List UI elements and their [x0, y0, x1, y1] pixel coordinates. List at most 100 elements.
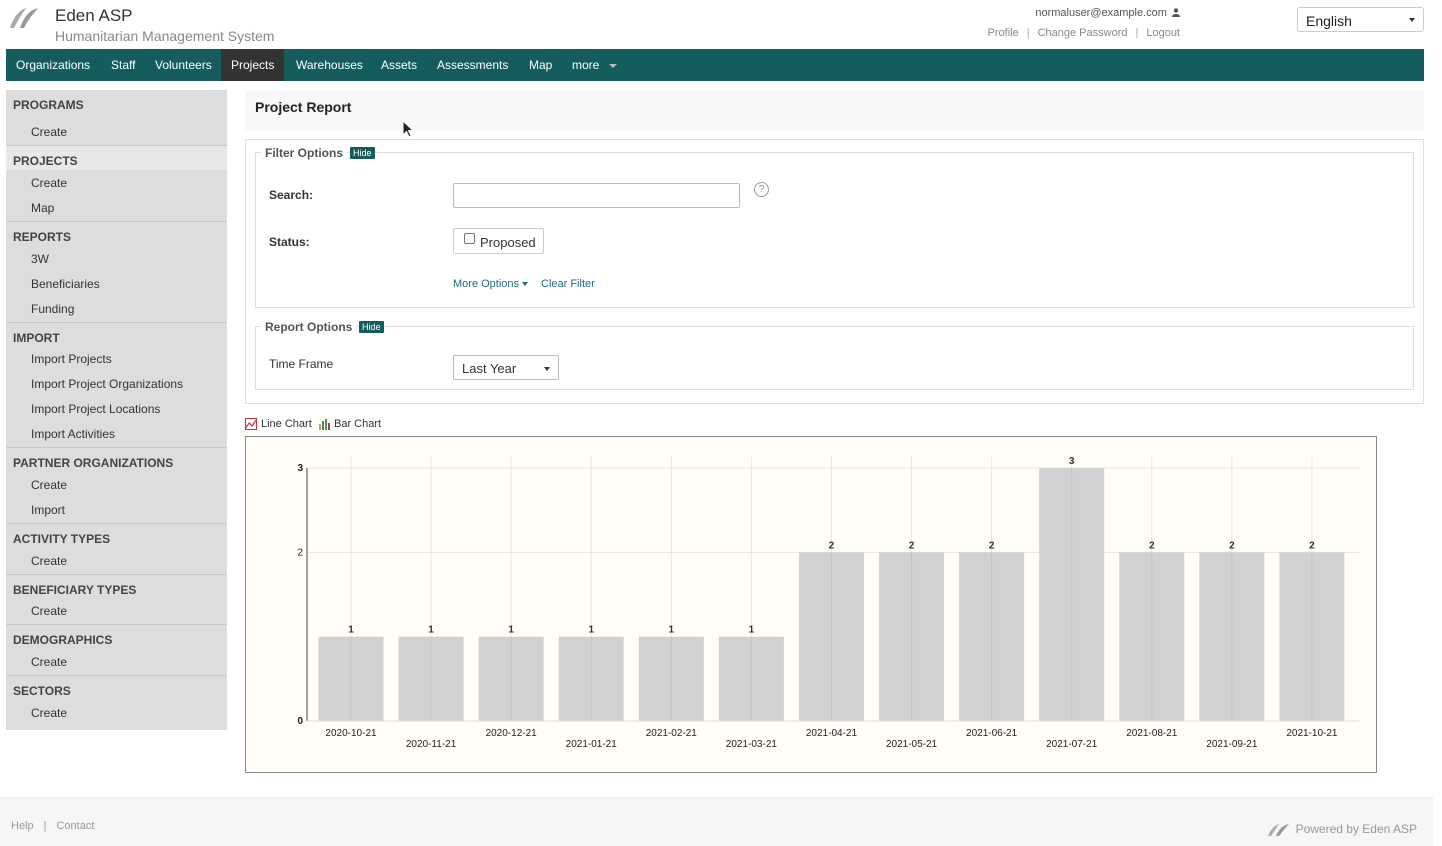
- eden-logo-icon[interactable]: [8, 6, 40, 30]
- help-link[interactable]: Help: [11, 820, 34, 832]
- sidebar: PROGRAMS Create PROJECTS Create Map REPO…: [6, 90, 227, 730]
- line-chart-icon: [245, 418, 257, 431]
- sidebar-item-partner-import[interactable]: Import: [31, 503, 65, 517]
- nav-more[interactable]: more: [562, 49, 627, 81]
- nav-assessments[interactable]: Assessments: [427, 49, 518, 81]
- x-tick-label: 2021-05-21: [886, 739, 938, 750]
- data-label: 3: [1069, 456, 1075, 467]
- sidebar-item-import-projects[interactable]: Import Projects: [31, 352, 112, 366]
- user-links: Profile | Change Password | Logout: [940, 27, 1180, 39]
- chevron-down-icon: [544, 367, 550, 371]
- user-email: normaluser@example.com: [1000, 7, 1180, 19]
- separator: |: [43, 820, 47, 832]
- sidebar-item-beneficiary-types-create[interactable]: Create: [31, 604, 67, 618]
- sidebar-item-reports-beneficiaries[interactable]: Beneficiaries: [31, 277, 100, 291]
- sidebar-item-import-project-locations[interactable]: Import Project Locations: [31, 402, 160, 416]
- x-tick-label: 2021-10-21: [1286, 728, 1338, 739]
- sidebar-item-import-activities[interactable]: Import Activities: [31, 427, 115, 441]
- sidebar-item-reports-3w[interactable]: 3W: [31, 252, 49, 266]
- proposed-checkbox-label: Proposed: [480, 235, 536, 250]
- help-icon[interactable]: ?: [754, 182, 769, 197]
- header: Eden ASP Humanitarian Management System …: [0, 0, 1442, 49]
- sidebar-item-reports-funding[interactable]: Funding: [31, 302, 74, 316]
- more-options-link[interactable]: More Options: [453, 278, 529, 290]
- sidebar-heading-import[interactable]: IMPORT: [6, 322, 227, 347]
- sidebar-item-demographics-create[interactable]: Create: [31, 655, 67, 669]
- x-tick-label: 2021-06-21: [966, 728, 1018, 739]
- tab-bar-chart[interactable]: Bar Chart: [318, 418, 382, 431]
- x-tick-label: 2021-07-21: [1046, 739, 1098, 750]
- data-label: 1: [428, 625, 434, 636]
- logout-link[interactable]: Logout: [1146, 27, 1180, 39]
- data-label: 1: [588, 625, 594, 636]
- sidebar-item-sectors-create[interactable]: Create: [31, 706, 67, 720]
- language-value: English: [1306, 13, 1352, 29]
- sidebar-item-activity-types-create[interactable]: Create: [31, 554, 67, 568]
- mouse-cursor-icon: [402, 120, 414, 138]
- nav-staff[interactable]: Staff: [101, 49, 145, 81]
- report-hide-button[interactable]: Hide: [359, 321, 384, 333]
- nav-volunteers[interactable]: Volunteers: [145, 49, 222, 81]
- sidebar-heading-beneficiary-types[interactable]: BENEFICIARY TYPES: [6, 574, 227, 599]
- profile-link[interactable]: Profile: [988, 27, 1019, 39]
- x-tick-label: 2021-09-21: [1206, 739, 1258, 750]
- user-icon: [1172, 8, 1180, 17]
- separator: |: [1135, 27, 1139, 39]
- sidebar-heading-demographics[interactable]: DEMOGRAPHICS: [6, 624, 227, 649]
- data-label: 2: [829, 540, 835, 551]
- tab-line-chart-label: Line Chart: [261, 418, 312, 430]
- sidebar-item-projects-map[interactable]: Map: [31, 201, 54, 215]
- x-tick-label: 2021-03-21: [726, 739, 778, 750]
- report-options-legend: Report Options: [261, 320, 357, 334]
- nav-projects[interactable]: Projects: [221, 49, 284, 81]
- scrollbar[interactable]: [1433, 0, 1442, 846]
- sidebar-item-projects-create[interactable]: Create: [31, 176, 67, 190]
- data-label: 2: [909, 540, 915, 551]
- app-subtitle: Humanitarian Management System: [55, 28, 275, 44]
- sidebar-heading-activity-types[interactable]: ACTIVITY TYPES: [6, 523, 227, 548]
- sidebar-heading-projects[interactable]: PROJECTS: [6, 145, 227, 170]
- change-password-link[interactable]: Change Password: [1038, 27, 1128, 39]
- language-select[interactable]: English: [1297, 7, 1424, 32]
- nav-organizations[interactable]: Organizations: [6, 49, 100, 81]
- contact-link[interactable]: Contact: [56, 820, 94, 832]
- x-tick-label: 2020-12-21: [486, 728, 538, 739]
- nav-map[interactable]: Map: [519, 49, 562, 81]
- clear-filter-link[interactable]: Clear Filter: [541, 278, 595, 290]
- filter-hide-button[interactable]: Hide: [350, 147, 375, 159]
- eden-logo-icon: [1267, 823, 1289, 836]
- x-tick-label: 2020-10-21: [325, 728, 377, 739]
- nav-more-label: more: [572, 58, 600, 72]
- page-title-bar: Project Report: [245, 90, 1424, 130]
- proposed-checkbox[interactable]: [464, 233, 475, 244]
- sidebar-heading-sectors[interactable]: SECTORS: [6, 675, 227, 700]
- powered-by: Powered by Eden ASP: [1267, 822, 1417, 837]
- time-frame-select[interactable]: Last Year: [453, 355, 559, 380]
- time-frame-label: Time Frame: [269, 357, 334, 371]
- sidebar-item-programs-create[interactable]: Create: [31, 125, 67, 139]
- x-tick-label: 2021-01-21: [566, 739, 618, 750]
- app-title[interactable]: Eden ASP: [55, 6, 133, 26]
- sidebar-heading-partner-organizations[interactable]: PARTNER ORGANIZATIONS: [6, 447, 227, 472]
- sidebar-item-import-project-organizations[interactable]: Import Project Organizations: [31, 377, 183, 391]
- nav-assets[interactable]: Assets: [371, 49, 427, 81]
- y-tick-label: 0: [297, 716, 303, 727]
- sidebar-heading-reports[interactable]: REPORTS: [6, 221, 227, 246]
- y-tick-label: 2: [297, 547, 303, 558]
- data-label: 2: [989, 540, 995, 551]
- tab-bar-chart-label: Bar Chart: [334, 418, 382, 430]
- x-tick-label: 2021-04-21: [806, 728, 858, 739]
- status-proposed-option[interactable]: Proposed: [453, 228, 544, 254]
- sidebar-heading-programs[interactable]: PROGRAMS: [6, 90, 227, 115]
- more-options-label: More Options: [453, 278, 520, 290]
- x-tick-label: 2021-02-21: [646, 728, 698, 739]
- nav-warehouses[interactable]: Warehouses: [286, 49, 373, 81]
- caret-down-icon: [522, 282, 529, 287]
- main-navbar: Organizations Staff Volunteers Projects …: [6, 49, 1424, 81]
- sidebar-item-partner-create[interactable]: Create: [31, 478, 67, 492]
- page-title: Project Report: [255, 99, 352, 115]
- data-label: 1: [669, 625, 675, 636]
- footer: Help | Contact Powered by Eden ASP: [0, 797, 1442, 846]
- search-input[interactable]: [453, 183, 740, 208]
- tab-line-chart[interactable]: Line Chart: [245, 418, 312, 431]
